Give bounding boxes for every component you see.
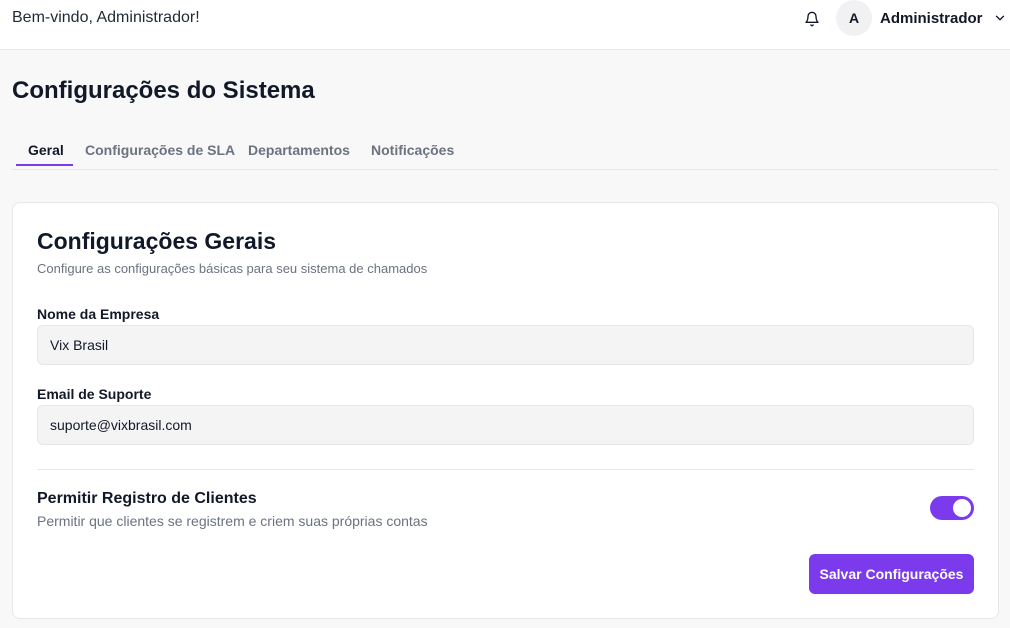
card-title: Configurações Gerais [37,228,277,254]
settings-tabs: Geral Configurações de SLA Departamentos… [12,130,998,170]
client-registration-toggle[interactable] [930,496,974,520]
company-name-label: Nome da Empresa [37,306,160,322]
bell-icon [805,11,819,27]
divider [37,469,974,470]
user-menu[interactable]: A Administrador [836,0,1007,36]
card-subtitle: Configure as configurações básicas para … [37,261,428,276]
chevron-down-icon [993,11,1007,25]
tab-notifications[interactable]: Notificações [371,130,454,167]
support-email-label: Email de Suporte [37,386,152,402]
support-email-input[interactable] [37,405,974,445]
welcome-message: Bem-vindo, Administrador! [12,9,200,26]
avatar: A [836,0,872,36]
save-settings-button[interactable]: Salvar Configurações [809,554,974,594]
company-name-input[interactable] [37,325,974,365]
tab-sla-settings[interactable]: Configurações de SLA [85,130,235,167]
top-bar: Bem-vindo, Administrador! A Administrado… [0,0,1010,50]
toggle-knob [953,499,971,517]
notifications-button[interactable] [801,8,823,30]
client-registration-description: Permitir que clientes se registrem e cri… [37,513,428,529]
page-title: Configurações do Sistema [12,77,315,104]
user-name: Administrador [880,9,983,27]
tab-geral[interactable]: Geral [28,130,64,167]
general-settings-card: Configurações Gerais Configure as config… [12,202,999,619]
client-registration-title: Permitir Registro de Clientes [37,490,257,507]
tab-departments[interactable]: Departamentos [248,130,350,167]
active-tab-indicator [16,164,73,166]
